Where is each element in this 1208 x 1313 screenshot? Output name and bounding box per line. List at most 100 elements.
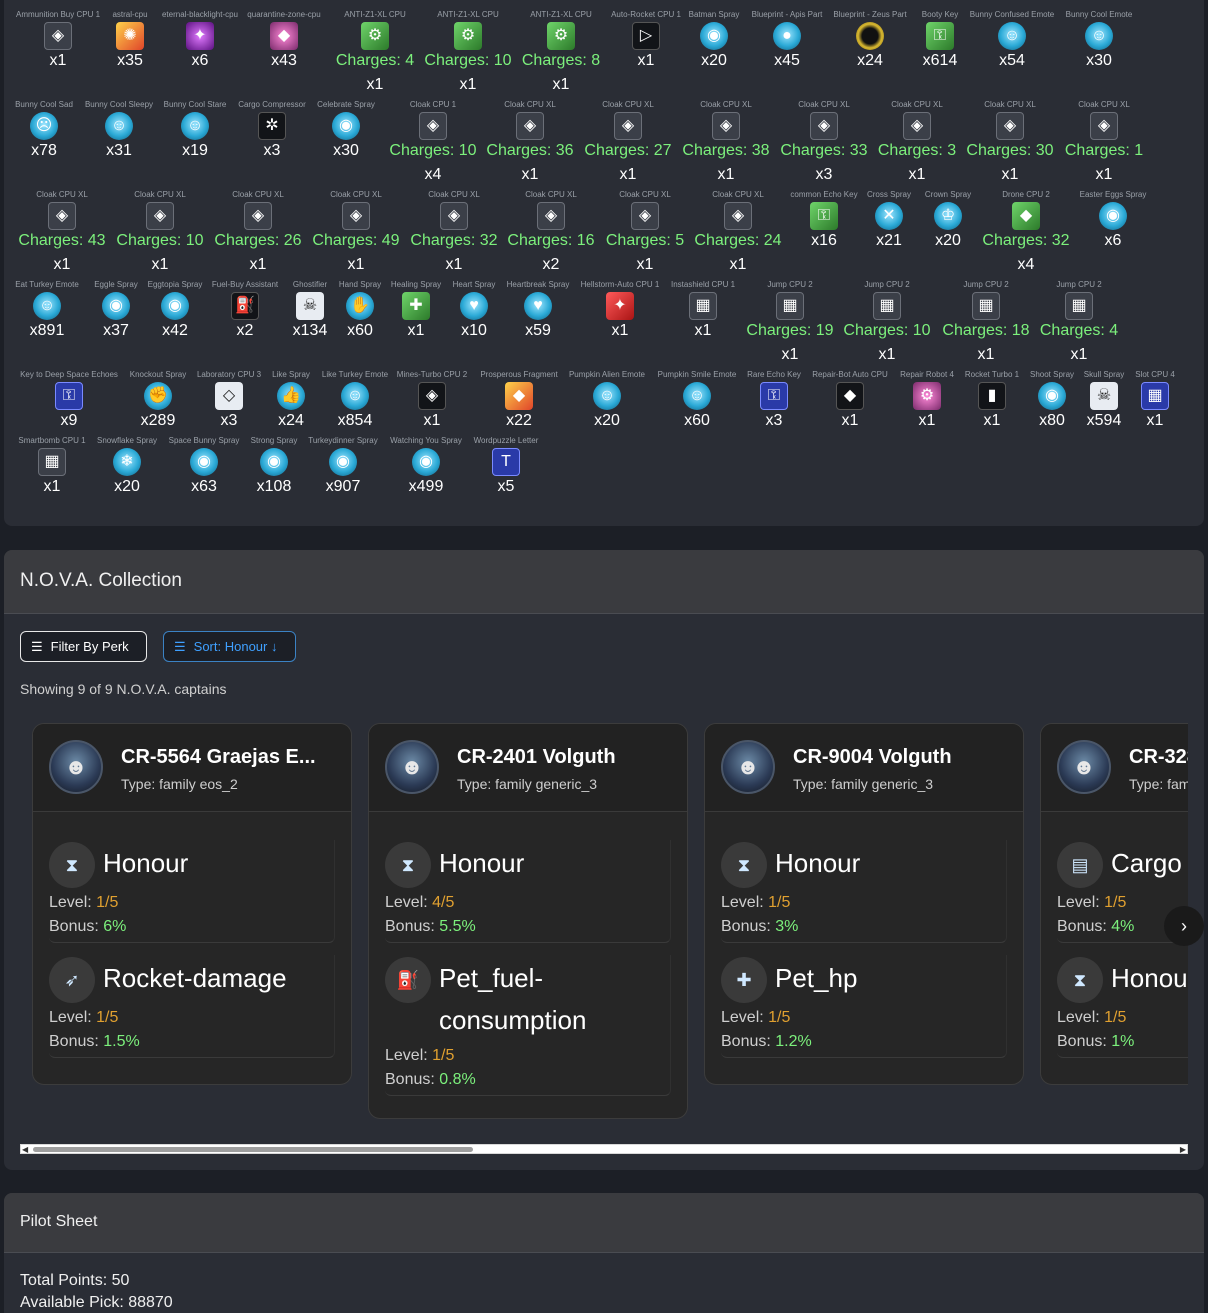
item-name: Instashield CPU 1 xyxy=(670,280,736,289)
cpu-green-icon: ⚙ xyxy=(547,22,575,50)
letter-tile-icon: T xyxy=(492,448,520,476)
smartbomb-cpu-icon: ▦ xyxy=(38,448,66,476)
cloak-cpu-icon: ◈ xyxy=(614,112,642,140)
captain-type: Type: fam xyxy=(1129,776,1188,792)
item-charges: Charges: 1 xyxy=(1064,142,1144,159)
item-name: Cloak CPU XL xyxy=(984,100,1036,109)
perk-level-row: Level: 1/5 xyxy=(385,1047,670,1065)
item-name: Cloak CPU XL xyxy=(504,100,556,109)
icon-glyph: ◉ xyxy=(197,453,211,470)
item-name: Cloak CPU XL xyxy=(712,190,764,199)
icon-glyph: ☺ xyxy=(38,297,56,314)
spray-icon: ✕ xyxy=(875,202,903,230)
icon-glyph: ⚿ xyxy=(933,27,947,44)
spray-icon: ◉ xyxy=(260,448,288,476)
filter-icon: ☰ xyxy=(31,638,43,654)
icon-glyph: ▦ xyxy=(1071,297,1087,314)
mines-cpu-icon: ◈ xyxy=(418,382,446,410)
rocket-icon: ➶ xyxy=(49,957,95,1003)
cloak-cpu-icon: ◈ xyxy=(48,202,76,230)
perk-level-row: Level: 1/5 xyxy=(1057,1009,1188,1027)
captain-cards-carousel[interactable]: ☻ CR-5564 Graejas E... Type: family eos_2 ⧗… xyxy=(20,715,1188,1140)
scroll-right-arrow-icon[interactable]: ▶ xyxy=(1180,1145,1186,1154)
item-name: Cloak CPU XL xyxy=(330,190,382,199)
icon-glyph: ⚿ xyxy=(62,387,76,404)
perk-icon-glyph: ⧗ xyxy=(737,854,751,875)
perk-icon-glyph: ⧗ xyxy=(1073,969,1087,990)
carousel-next-button[interactable]: › xyxy=(1164,906,1204,946)
captain-card-header: ☻ CR-9004 Volguth Type: family generic_3 xyxy=(705,724,1023,812)
icon-glyph: ✊ xyxy=(148,387,168,404)
bonus-label: Bonus: xyxy=(721,918,771,935)
icon-glyph: ☠ xyxy=(302,297,318,314)
icon-glyph: ✕ xyxy=(882,207,896,224)
captain-perks: ⧗ Honour Level: 4/5 Bonus: 5.5% ⛽ Pet_fuel-co… xyxy=(369,812,687,1096)
perk-name: Honour xyxy=(439,848,525,878)
spray-icon: ♔ xyxy=(934,202,962,230)
item-name: Cloak CPU XL xyxy=(700,100,752,109)
spray-icon: ♥ xyxy=(524,292,552,320)
captain-avatar: ☻ xyxy=(721,740,775,794)
icon-glyph: ◈ xyxy=(51,27,65,44)
filter-by-perk-button[interactable]: ☰ Filter By Perk xyxy=(20,631,147,662)
rocket-cpu-icon: ▷ xyxy=(632,22,660,50)
item-name: Wordpuzzle Letter xyxy=(473,436,539,445)
horizontal-scrollbar[interactable]: ◀ ▶ xyxy=(20,1144,1188,1154)
bonus-label: Bonus: xyxy=(1057,918,1107,935)
sort-icon: ☰ xyxy=(174,638,186,654)
captain-card[interactable]: ☻ CR-5564 Graejas E... Type: family eos_2 ⧗… xyxy=(32,723,352,1085)
item-name: Drone CPU 2 xyxy=(1002,190,1050,199)
captain-name: CR-5564 Graejas E... xyxy=(121,746,316,768)
sort-button[interactable]: ☰ Sort: Honour ↓ xyxy=(163,631,296,662)
bonus-label: Bonus: xyxy=(385,918,435,935)
compressor-icon: ✲ xyxy=(258,112,286,140)
icon-glyph: ◉ xyxy=(336,453,350,470)
scroll-thumb[interactable] xyxy=(33,1147,473,1152)
item-name: ANTI-Z1-XL CPU xyxy=(344,10,406,19)
level-label: Level: xyxy=(1057,894,1100,911)
captain-card[interactable]: ☻ CR-328 Type: fam ▤ Cargo Level: 1/5 Bonus: 4… xyxy=(1040,723,1188,1085)
perk-block: ⧗ Honour Level: 1/5 Bonus: 1% xyxy=(1057,955,1188,1058)
item-charges: Charges: 3 xyxy=(877,142,957,159)
item-charges: Charges: 24 xyxy=(694,232,782,249)
perk-name: Honour xyxy=(775,848,861,878)
icon-glyph: ♥ xyxy=(469,297,479,314)
perk-bonus: 1.2% xyxy=(775,1033,812,1050)
icon-glyph: ◉ xyxy=(707,27,721,44)
icon-glyph: ◈ xyxy=(719,117,733,134)
deep-key-icon: ⚿ xyxy=(55,382,83,410)
perk-bonus-row: Bonus: 6% xyxy=(49,918,334,936)
inventory-row: Ammunition Buy CPU 1 ◈ x1 astral-cpu ✺ x35 ete… xyxy=(4,0,1204,93)
icon-glyph: ✲ xyxy=(265,117,279,134)
perk-title-row: ⛽ Pet_fuel-consumption xyxy=(385,957,670,1041)
icon-glyph: ▦ xyxy=(1147,387,1163,404)
captain-card[interactable]: ☻ CR-9004 Volguth Type: family generic_3 ⧗ H… xyxy=(704,723,1024,1085)
captain-card[interactable]: ☻ CR-2401 Volguth Type: family generic_3 ⧗ H… xyxy=(368,723,688,1119)
icon-glyph: ◉ xyxy=(109,297,123,314)
jump-cpu-icon: ▦ xyxy=(972,292,1000,320)
key-icon: ⚿ xyxy=(926,22,954,50)
icon-glyph: ◈ xyxy=(731,207,745,224)
perk-title-row: ➶ Rocket-damage xyxy=(49,957,334,1003)
fuel-icon: ⛽ xyxy=(231,292,259,320)
scroll-left-arrow-icon[interactable]: ◀ xyxy=(22,1145,28,1154)
filter-label: Filter By Perk xyxy=(50,639,129,654)
spray-icon: ✊ xyxy=(144,382,172,410)
perk-level-row: Level: 1/5 xyxy=(721,1009,1006,1027)
captain-type: Type: family generic_3 xyxy=(457,776,598,792)
echo-key-icon: ⚿ xyxy=(810,202,838,230)
item-name: Slot CPU 4 xyxy=(1135,370,1175,379)
icon-glyph: ◆ xyxy=(843,387,857,404)
icon-glyph: ◈ xyxy=(153,207,167,224)
perk-name: Pet_fuel-consumption xyxy=(439,963,587,1035)
plus-icon: ✚ xyxy=(721,957,767,1003)
perk-level: 1/5 xyxy=(768,894,791,911)
cloak-cpu-icon: ◈ xyxy=(810,112,838,140)
icon-glyph: ◉ xyxy=(339,117,353,134)
spray-icon: ♥ xyxy=(460,292,488,320)
perk-level: 1/5 xyxy=(96,894,119,911)
item-name: Cloak CPU 1 xyxy=(409,100,457,109)
cargo-icon: ▤ xyxy=(1057,842,1103,888)
icon-glyph: ✚ xyxy=(409,297,423,314)
perk-level-row: Level: 1/5 xyxy=(721,894,1006,912)
